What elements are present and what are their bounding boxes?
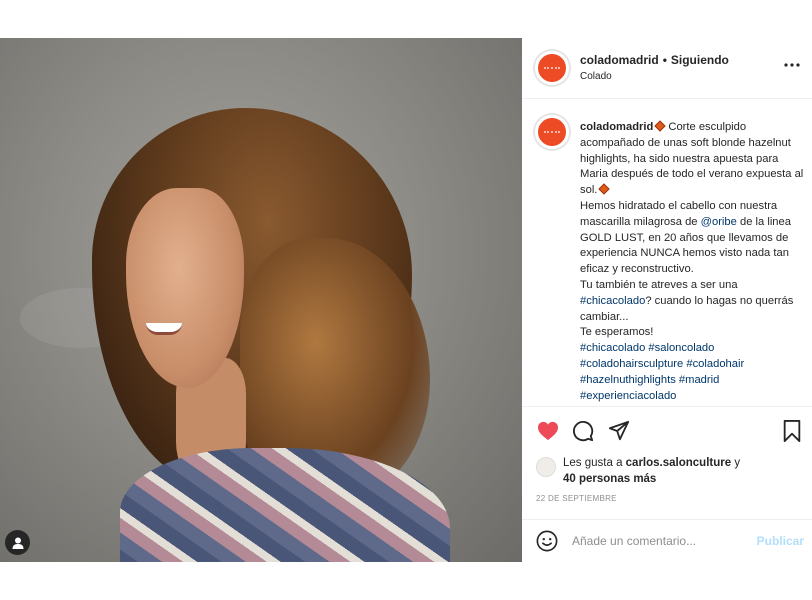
share-button[interactable] (607, 419, 631, 443)
post-caption: coladomadrid Corte esculpido acompañado d… (522, 100, 812, 405)
publish-button[interactable]: Publicar (757, 534, 804, 548)
instagram-post: coladomadrid • Siguiendo Colado coladomadr… (0, 38, 812, 562)
avatar-logo-icon (543, 67, 561, 69)
likes-prefix: Les gusta a (563, 457, 626, 469)
post-photo[interactable] (0, 38, 522, 562)
more-horizontal-icon (784, 63, 800, 67)
location-link[interactable]: Colado (580, 71, 612, 82)
caption-text: coladomadrid Corte esculpido acompañado d… (580, 120, 808, 404)
caption-avatar[interactable] (535, 115, 569, 149)
hashtag-link[interactable]: #experienciacolado (580, 390, 676, 402)
comment-button[interactable] (571, 419, 595, 443)
caption-paragraph-3a: Tu también te atreves a ser una (580, 278, 738, 291)
orange-diamond-icon (598, 183, 611, 195)
likes-text: Les gusta a carlos.salonculture y 40 per… (563, 455, 803, 487)
likes-summary: Les gusta a carlos.salonculture y 40 per… (536, 455, 806, 487)
comment-bar: Publicar (522, 519, 812, 562)
post-date[interactable]: 22 DE SEPTIEMBRE (536, 494, 617, 503)
heart-filled-icon (538, 421, 558, 441)
send-icon (608, 420, 630, 441)
hashtag-link[interactable]: #hazelnuthighlights (580, 374, 676, 386)
likes-middle: y (731, 457, 741, 469)
user-icon (12, 537, 23, 549)
tagged-users-button[interactable] (5, 530, 30, 555)
liker-avatar[interactable] (536, 457, 556, 477)
more-options-button[interactable] (784, 58, 800, 68)
header-user-line: coladomadrid • Siguiendo (580, 53, 729, 67)
post-actions (522, 406, 812, 454)
caption-username[interactable]: coladomadrid (580, 121, 653, 133)
hashtag-link[interactable]: #chicacolado (580, 342, 645, 354)
following-button[interactable]: Siguiendo (671, 53, 729, 67)
hashtag-link[interactable]: #coladohair (686, 358, 744, 370)
comment-icon (573, 421, 594, 442)
smiley-icon (536, 530, 558, 552)
like-button[interactable] (536, 419, 560, 443)
profile-avatar[interactable] (535, 51, 569, 85)
hashtag-link[interactable]: #coladohairsculpture (580, 358, 683, 370)
bookmark-icon (783, 420, 801, 442)
post-header: coladomadrid • Siguiendo Colado (522, 38, 812, 99)
header-username[interactable]: coladomadrid (580, 53, 659, 67)
liker-username[interactable]: carlos.salonculture (626, 457, 731, 469)
comment-input[interactable] (572, 532, 752, 550)
post-side-panel: coladomadrid • Siguiendo Colado coladomadr… (522, 38, 812, 562)
hashtag-link[interactable]: #chicacolado (580, 295, 645, 307)
orange-diamond-icon (654, 120, 667, 132)
mention-link[interactable]: @oribe (701, 216, 737, 228)
emoji-button[interactable] (536, 530, 558, 552)
separator-dot: • (662, 53, 667, 67)
caption-paragraph-4: Te esperamos! (580, 326, 654, 339)
likes-others-link[interactable]: 40 personas más (563, 473, 656, 485)
avatar-logo-icon (543, 131, 561, 133)
hashtag-link[interactable]: #saloncolado (648, 342, 714, 354)
hashtag-link[interactable]: #madrid (679, 374, 719, 386)
save-button[interactable] (780, 419, 804, 443)
